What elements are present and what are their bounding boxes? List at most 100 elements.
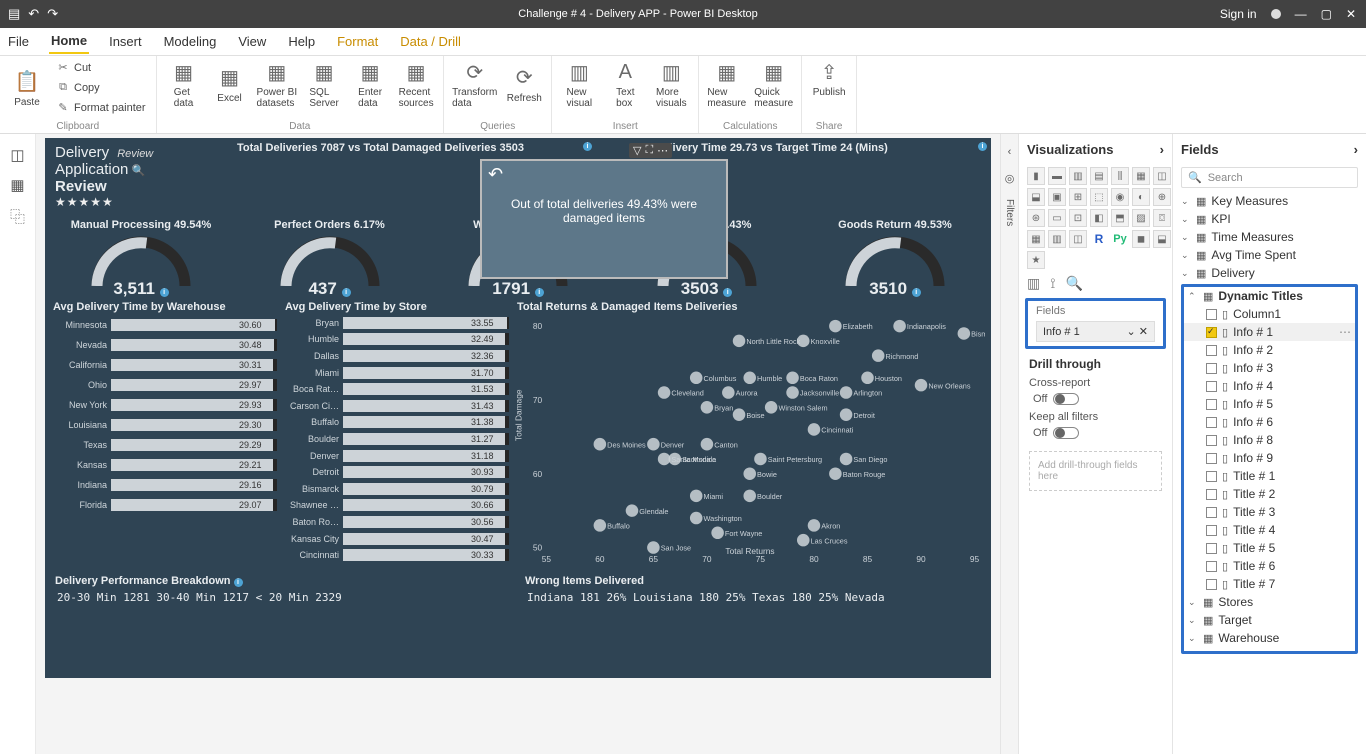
- bar-row[interactable]: Louisiana29.30: [51, 415, 277, 434]
- close-icon[interactable]: ✕: [1346, 7, 1356, 21]
- bar-row[interactable]: Buffalo31.38: [283, 415, 509, 431]
- checkbox[interactable]: [1206, 561, 1217, 572]
- bar-row[interactable]: Indiana29.16: [51, 475, 277, 494]
- menu-view[interactable]: View: [236, 30, 268, 53]
- menu-file[interactable]: File: [6, 30, 31, 53]
- copy-button[interactable]: ⧉Copy: [54, 79, 148, 97]
- wrong-items-card[interactable]: Wrong Items Delivered Indiana 181 26% Lo…: [521, 573, 985, 629]
- viz-type-icon[interactable]: ▥: [1048, 230, 1066, 248]
- viz-type-icon[interactable]: ▮: [1027, 167, 1045, 185]
- avatar-icon[interactable]: [1271, 9, 1281, 19]
- bar-row[interactable]: Bismarck30.79: [283, 481, 509, 497]
- viz-type-icon[interactable]: ⬒: [1111, 209, 1129, 227]
- fields-tab-icon[interactable]: ▥: [1027, 275, 1040, 292]
- minimize-icon[interactable]: —: [1295, 7, 1307, 21]
- field-table[interactable]: ⌄▦Stores: [1184, 593, 1355, 611]
- model-view-icon[interactable]: ⿻: [10, 206, 25, 227]
- viz-type-icon[interactable]: ⊡: [1069, 209, 1087, 227]
- field-well-item[interactable]: Info # 1 ⌄ ✕: [1036, 321, 1155, 342]
- bar-row[interactable]: Dallas32.36: [283, 348, 509, 364]
- field-column[interactable]: ▯Info # 1⋯: [1184, 323, 1355, 341]
- field-column[interactable]: ▯Info # 8: [1184, 431, 1355, 449]
- store-chart[interactable]: Avg Delivery Time by Store Bryan33.55Hum…: [283, 299, 509, 569]
- viz-type-icon[interactable]: ▤: [1090, 167, 1108, 185]
- viz-type-icon[interactable]: ⬓: [1027, 188, 1045, 206]
- field-column[interactable]: ▯Info # 2: [1184, 341, 1355, 359]
- checkbox[interactable]: [1206, 399, 1217, 410]
- viz-type-icon[interactable]: ⊕: [1153, 188, 1171, 206]
- checkbox[interactable]: [1206, 327, 1217, 338]
- field-table[interactable]: ⌄▦Key Measures: [1177, 192, 1362, 210]
- viz-type-icon[interactable]: Py: [1111, 230, 1129, 248]
- keep-filters-toggle[interactable]: Off: [1033, 427, 1079, 439]
- undo-icon[interactable]: ↶: [28, 6, 39, 22]
- kpi-card[interactable]: Perfect Orders 6.17% 437 i: [240, 219, 420, 295]
- bar-row[interactable]: Ohio29.97: [51, 375, 277, 394]
- viz-type-icon[interactable]: ◐: [1132, 188, 1150, 206]
- info-icon[interactable]: i: [583, 142, 592, 151]
- get-data-button[interactable]: ▦Get data: [165, 59, 203, 109]
- textbox-button[interactable]: AText box: [606, 59, 644, 109]
- bar-row[interactable]: Cincinnati30.33: [283, 547, 509, 563]
- drillthrough-dropzone[interactable]: Add drill-through fields here: [1029, 451, 1162, 491]
- menu-modeling[interactable]: Modeling: [162, 30, 219, 53]
- checkbox[interactable]: [1206, 507, 1217, 518]
- filter-icon[interactable]: ▽: [633, 144, 641, 157]
- checkbox[interactable]: [1206, 453, 1217, 464]
- chevron-right-icon[interactable]: ›: [1160, 142, 1164, 157]
- cross-report-toggle[interactable]: Off: [1033, 393, 1079, 405]
- scatter-chart[interactable]: Total Returns & Damaged Items Deliveries…: [515, 299, 985, 569]
- pbi-datasets-button[interactable]: ▦Power BI datasets: [257, 59, 298, 109]
- field-column[interactable]: ▯Title # 1: [1184, 467, 1355, 485]
- field-table[interactable]: ⌄▦Time Measures: [1177, 228, 1362, 246]
- bar-row[interactable]: Miami31.70: [283, 365, 509, 381]
- checkbox[interactable]: [1206, 543, 1217, 554]
- viz-type-icon[interactable]: ▬: [1048, 167, 1066, 185]
- data-view-icon[interactable]: ▦: [10, 176, 24, 194]
- bar-row[interactable]: Denver31.18: [283, 448, 509, 464]
- bar-row[interactable]: Texas29.29: [51, 435, 277, 454]
- checkbox[interactable]: [1206, 435, 1217, 446]
- checkbox[interactable]: [1206, 381, 1217, 392]
- viz-type-icon[interactable]: ◫: [1069, 230, 1087, 248]
- field-column[interactable]: ▯Info # 5: [1184, 395, 1355, 413]
- viz-type-icon[interactable]: ▦: [1132, 167, 1150, 185]
- maximize-icon[interactable]: ▢: [1321, 7, 1332, 21]
- field-column[interactable]: ▯Title # 7: [1184, 575, 1355, 593]
- checkbox[interactable]: [1206, 309, 1217, 320]
- new-visual-button[interactable]: ▥New visual: [560, 59, 598, 109]
- viz-type-icon[interactable]: ★: [1027, 251, 1045, 269]
- refresh-button[interactable]: ⟳Refresh: [505, 59, 543, 109]
- menu-help[interactable]: Help: [286, 30, 317, 53]
- filters-pane-collapsed[interactable]: ‹ ◎ Filters: [1000, 134, 1018, 754]
- new-measure-button[interactable]: ▦New measure: [707, 59, 746, 109]
- field-column[interactable]: ▯Info # 6: [1184, 413, 1355, 431]
- quick-measure-button[interactable]: ▦Quick measure: [754, 59, 793, 109]
- bar-row[interactable]: Bryan33.55: [283, 315, 509, 331]
- sql-button[interactable]: ▦SQL Server: [305, 59, 343, 109]
- transform-button[interactable]: ⟳Transform data: [452, 59, 497, 109]
- viz-type-icon[interactable]: ◼: [1132, 230, 1150, 248]
- info-icon[interactable]: i: [978, 142, 987, 151]
- chevron-right-icon[interactable]: ›: [1354, 142, 1358, 157]
- format-painter-button[interactable]: ✎Format painter: [54, 99, 148, 117]
- excel-button[interactable]: ▦Excel: [211, 59, 249, 109]
- viz-type-icon[interactable]: ◫: [1153, 167, 1171, 185]
- field-column[interactable]: ▯Info # 3: [1184, 359, 1355, 377]
- bar-row[interactable]: Kansas City30.47: [283, 531, 509, 547]
- format-tab-icon[interactable]: ⟟: [1050, 275, 1055, 292]
- redo-icon[interactable]: ↷: [47, 6, 58, 22]
- viz-type-icon[interactable]: ▨: [1132, 209, 1150, 227]
- field-column[interactable]: ▯Title # 5: [1184, 539, 1355, 557]
- menu-insert[interactable]: Insert: [107, 30, 144, 53]
- field-table[interactable]: ⌄▦Avg Time Spent: [1177, 246, 1362, 264]
- checkbox[interactable]: [1206, 471, 1217, 482]
- menu-format[interactable]: Format: [335, 30, 380, 53]
- bar-row[interactable]: Minnesota30.60: [51, 315, 277, 334]
- bar-row[interactable]: Humble32.49: [283, 332, 509, 348]
- viz-type-icon[interactable]: ⊛: [1027, 209, 1045, 227]
- viz-type-icon[interactable]: ⫼: [1111, 167, 1129, 185]
- more-visuals-button[interactable]: ▥More visuals: [652, 59, 690, 109]
- publish-button[interactable]: ⇪Publish: [810, 59, 848, 98]
- report-view-icon[interactable]: ◫: [10, 146, 24, 164]
